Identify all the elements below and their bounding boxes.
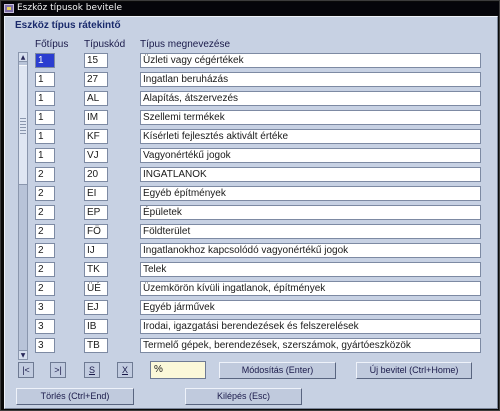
grip-icon — [20, 118, 26, 134]
exit-button[interactable]: Kilépés (Esc) — [185, 388, 302, 405]
type-name-cell[interactable]: Telek — [140, 262, 481, 277]
scrollbar-thumb[interactable] — [19, 65, 27, 185]
type-code-cell[interactable]: 20 — [84, 167, 108, 182]
main-type-cell[interactable]: 2 — [35, 186, 55, 201]
main-type-cell[interactable]: 1 — [35, 53, 55, 68]
column-header-type-code: Típuskód — [84, 39, 126, 50]
main-type-cell[interactable]: 1 — [35, 148, 55, 163]
type-name-cell[interactable]: Egyéb járművek — [140, 300, 481, 315]
type-name-cell[interactable]: INGATLANOK — [140, 167, 481, 182]
main-type-cell[interactable]: 2 — [35, 224, 55, 239]
type-code-cell[interactable]: IJ — [84, 243, 108, 258]
type-name-cell[interactable]: Ingatlan beruházás — [140, 72, 481, 87]
first-record-button[interactable]: |< — [18, 362, 34, 378]
app-window: Eszköz típusok bevitele Eszköz típus rát… — [0, 0, 500, 411]
type-code-cell[interactable]: 27 — [84, 72, 108, 87]
main-type-cell[interactable]: 3 — [35, 338, 55, 353]
main-type-cell[interactable]: 2 — [35, 205, 55, 220]
delete-button[interactable]: Törlés (Ctrl+End) — [16, 388, 134, 405]
window-title: Eszköz típusok bevitele — [17, 3, 122, 13]
main-type-cell[interactable]: 1 — [35, 72, 55, 87]
search-button-label: S — [88, 365, 95, 375]
type-name-cell[interactable]: Alapítás, átszervezés — [140, 91, 481, 106]
main-type-cell[interactable]: 2 — [35, 281, 55, 296]
main-type-cell[interactable]: 3 — [35, 319, 55, 334]
type-name-cell[interactable]: Földterület — [140, 224, 481, 239]
type-code-cell[interactable]: TK — [84, 262, 108, 277]
type-name-cell[interactable]: Üzleti vagy cégértékek — [140, 53, 481, 68]
main-type-cell[interactable]: 2 — [35, 243, 55, 258]
type-name-cell[interactable]: Szellemi termékek — [140, 110, 481, 125]
type-name-cell[interactable]: Egyéb építmények — [140, 186, 481, 201]
arrow-up-icon[interactable]: ▲ — [19, 53, 27, 62]
type-code-cell[interactable]: EP — [84, 205, 108, 220]
filter-input[interactable]: % — [150, 361, 206, 379]
type-name-cell[interactable]: Üzemkörön kívüli ingatlanok, építmények — [140, 281, 481, 296]
block-title: Eszköz típus rátekintő — [15, 20, 121, 31]
search-button[interactable]: S — [84, 362, 100, 378]
modify-button[interactable]: Módosítás (Enter) — [219, 362, 336, 379]
type-code-cell[interactable]: EJ — [84, 300, 108, 315]
clear-button[interactable]: X — [117, 362, 133, 378]
main-type-cell[interactable]: 1 — [35, 91, 55, 106]
type-code-cell[interactable]: ÜÉ — [84, 281, 108, 296]
last-record-button[interactable]: >| — [50, 362, 66, 378]
main-type-cell[interactable]: 1 — [35, 129, 55, 144]
clear-button-label: X — [121, 365, 128, 375]
type-name-cell[interactable]: Ingatlanokhoz kapcsolódó vagyonértékű jo… — [140, 243, 481, 258]
title-bar: Eszköz típusok bevitele — [2, 2, 499, 15]
column-header-type-name: Típus megnevezése — [140, 39, 231, 50]
type-name-cell[interactable]: Kísérleti fejlesztés aktivált értéke — [140, 129, 481, 144]
type-code-cell[interactable]: TB — [84, 338, 108, 353]
type-code-cell[interactable]: VJ — [84, 148, 108, 163]
main-type-cell[interactable]: 3 — [35, 300, 55, 315]
main-type-cell[interactable]: 1 — [35, 110, 55, 125]
type-name-cell[interactable]: Épületek — [140, 205, 481, 220]
vertical-scrollbar[interactable]: ▲ ▼ — [18, 52, 28, 360]
type-code-cell[interactable]: FÖ — [84, 224, 108, 239]
column-header-main-type: Főtípus — [35, 39, 69, 50]
app-icon — [4, 4, 14, 13]
main-type-cell[interactable]: 2 — [35, 262, 55, 277]
new-entry-button[interactable]: Új bevitel (Ctrl+Home) — [356, 362, 472, 379]
main-type-cell[interactable]: 2 — [35, 167, 55, 182]
type-name-cell[interactable]: Vagyonértékű jogok — [140, 148, 481, 163]
type-code-cell[interactable]: 15 — [84, 53, 108, 68]
form-area: Eszköz típus rátekintő Főtípus Típuskód … — [4, 16, 498, 409]
arrow-down-icon[interactable]: ▼ — [19, 350, 27, 359]
type-name-cell[interactable]: Termelő gépek, berendezések, szerszámok,… — [140, 338, 481, 353]
type-name-cell[interactable]: Irodai, igazgatási berendezések és felsz… — [140, 319, 481, 334]
type-code-cell[interactable]: EI — [84, 186, 108, 201]
type-code-cell[interactable]: IB — [84, 319, 108, 334]
type-code-cell[interactable]: IM — [84, 110, 108, 125]
type-code-cell[interactable]: AL — [84, 91, 108, 106]
type-code-cell[interactable]: KF — [84, 129, 108, 144]
